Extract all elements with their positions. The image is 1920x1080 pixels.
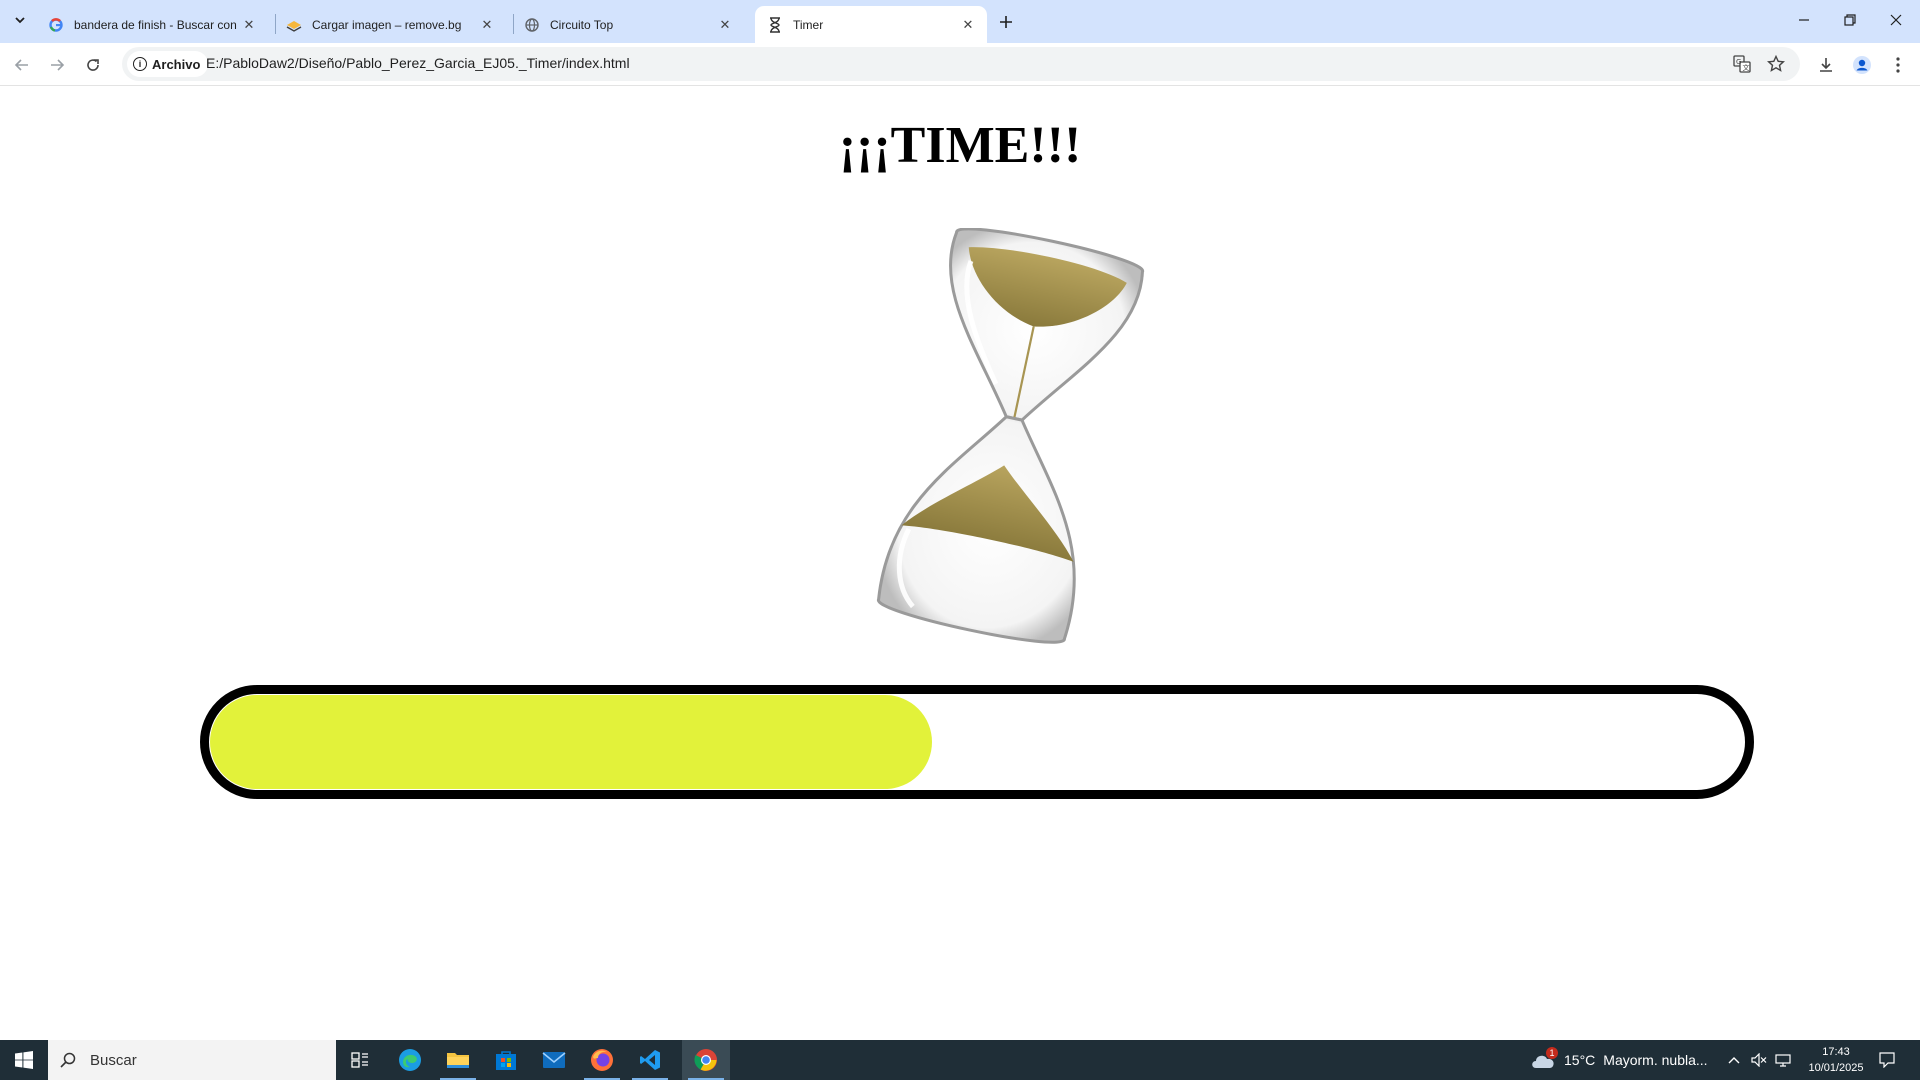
download-icon xyxy=(1820,58,1832,72)
windows-logo-icon xyxy=(15,1051,33,1069)
restore-button[interactable] xyxy=(1827,0,1873,40)
search-placeholder: Buscar xyxy=(90,1051,137,1069)
clock-date: 10/01/2025 xyxy=(1808,1062,1864,1074)
tab-timer[interactable]: Timer ✕ xyxy=(755,6,987,43)
site-info-chip[interactable]: i Archivo xyxy=(127,51,209,77)
tab-removebg[interactable]: Cargar imagen – remove.bg ✕ xyxy=(274,6,506,43)
weather-widget[interactable]: 1 15°C Mayorm. nubla... xyxy=(1530,1040,1708,1080)
arrow-right-icon xyxy=(51,59,65,71)
taskbar-store[interactable] xyxy=(482,1040,530,1080)
translate-icon: G文 xyxy=(1733,55,1751,73)
tab-circuito[interactable]: Circuito Top ✕ xyxy=(512,6,744,43)
close-window-button[interactable] xyxy=(1873,0,1919,40)
reload-icon xyxy=(87,59,99,71)
firefox-icon xyxy=(591,1049,613,1071)
progress-fill xyxy=(210,695,932,789)
minimize-button[interactable] xyxy=(1781,0,1827,40)
tab-title: Circuito Top xyxy=(550,17,614,32)
folder-icon xyxy=(447,1053,469,1068)
taskbar-clock[interactable]: 17:43 10/01/2025 xyxy=(1796,1044,1876,1076)
taskbar-vscode[interactable] xyxy=(626,1040,674,1080)
taskbar-firefox[interactable] xyxy=(578,1040,626,1080)
windows-taskbar: Buscar 1 15°C Mayorm. nubla... 17:43 10/… xyxy=(0,1040,1920,1080)
profile-button[interactable] xyxy=(1846,49,1878,81)
taskbar-search[interactable]: Buscar xyxy=(48,1040,336,1080)
weather-temp: 15°C xyxy=(1564,1052,1596,1068)
mail-icon xyxy=(542,1052,566,1068)
tab-bandera[interactable]: bandera de finish - Buscar con Google ✕ xyxy=(36,6,268,43)
site-info-label: Archivo xyxy=(152,56,201,72)
google-icon xyxy=(48,17,64,33)
network-icon xyxy=(1775,1054,1791,1067)
globe-icon xyxy=(524,17,540,33)
url-text[interactable]: E:/PabloDaw2/Diseño/Pablo_Perez_Garcia_E… xyxy=(206,55,630,71)
address-bar[interactable]: i Archivo E:/PabloDaw2/Diseño/Pablo_Pere… xyxy=(122,47,1800,81)
downloads-button[interactable] xyxy=(1810,49,1842,81)
notification-icon xyxy=(1879,1052,1895,1068)
arrow-left-icon xyxy=(14,59,28,71)
taskbar-file-explorer[interactable] xyxy=(434,1040,482,1080)
taskbar-edge[interactable] xyxy=(386,1040,434,1080)
restore-icon xyxy=(1844,14,1856,26)
back-button[interactable] xyxy=(6,49,38,81)
start-button[interactable] xyxy=(0,1040,48,1080)
reload-button[interactable] xyxy=(77,49,109,81)
tab-strip: bandera de finish - Buscar con Google ✕ … xyxy=(0,0,1920,43)
removebg-icon xyxy=(286,17,302,33)
tab-title: bandera de finish - Buscar con Google xyxy=(74,17,240,32)
tab-title: Timer xyxy=(793,17,824,32)
volume-button[interactable] xyxy=(1750,1040,1768,1080)
avatar-icon xyxy=(1853,56,1871,74)
hourglass-icon xyxy=(767,16,783,33)
browser-toolbar: i Archivo E:/PabloDaw2/Diseño/Pablo_Pere… xyxy=(0,43,1920,86)
search-icon xyxy=(60,1052,76,1068)
svg-text:文: 文 xyxy=(1743,63,1750,72)
close-icon[interactable]: ✕ xyxy=(959,16,977,34)
weather-desc: Mayorm. nubla... xyxy=(1603,1052,1708,1068)
page-title: ¡¡¡TIME!!! xyxy=(838,117,1082,174)
chrome-icon xyxy=(694,1049,717,1071)
close-icon[interactable]: ✕ xyxy=(478,16,496,34)
taskbar-mail[interactable] xyxy=(530,1040,578,1080)
vscode-icon xyxy=(640,1050,660,1070)
task-view-button[interactable] xyxy=(336,1040,384,1080)
speaker-muted-icon xyxy=(1751,1053,1767,1067)
network-button[interactable] xyxy=(1774,1040,1792,1080)
task-view-icon xyxy=(351,1052,368,1068)
store-icon xyxy=(496,1051,516,1070)
close-icon xyxy=(1890,14,1902,26)
info-icon: i xyxy=(133,57,147,71)
edge-icon xyxy=(399,1049,421,1071)
tab-search-button[interactable] xyxy=(7,7,33,33)
notifications-button[interactable] xyxy=(1872,1040,1902,1080)
translate-button[interactable]: G文 xyxy=(1726,48,1758,80)
minimize-icon xyxy=(1799,19,1809,21)
close-icon[interactable]: ✕ xyxy=(716,16,734,34)
kebab-menu-icon xyxy=(1896,57,1900,73)
plus-icon xyxy=(1000,16,1012,28)
bookmark-button[interactable] xyxy=(1760,48,1792,80)
chevron-down-icon xyxy=(15,17,25,24)
new-tab-button[interactable] xyxy=(993,9,1019,35)
tab-title: Cargar imagen – remove.bg xyxy=(312,17,462,32)
show-hidden-icons-button[interactable] xyxy=(1726,1040,1742,1080)
hourglass-image xyxy=(860,227,1160,648)
close-icon[interactable]: ✕ xyxy=(240,16,258,34)
chevron-up-icon xyxy=(1728,1057,1740,1064)
svg-text:G: G xyxy=(1736,58,1741,66)
cloud-icon: 1 xyxy=(1530,1047,1558,1069)
weather-badge: 1 xyxy=(1546,1047,1558,1059)
forward-button[interactable] xyxy=(41,49,73,81)
progress-bar xyxy=(200,685,1754,799)
taskbar-chrome[interactable] xyxy=(682,1040,730,1080)
clock-time: 17:43 xyxy=(1822,1046,1850,1058)
menu-button[interactable] xyxy=(1882,49,1914,81)
star-icon xyxy=(1767,55,1785,72)
